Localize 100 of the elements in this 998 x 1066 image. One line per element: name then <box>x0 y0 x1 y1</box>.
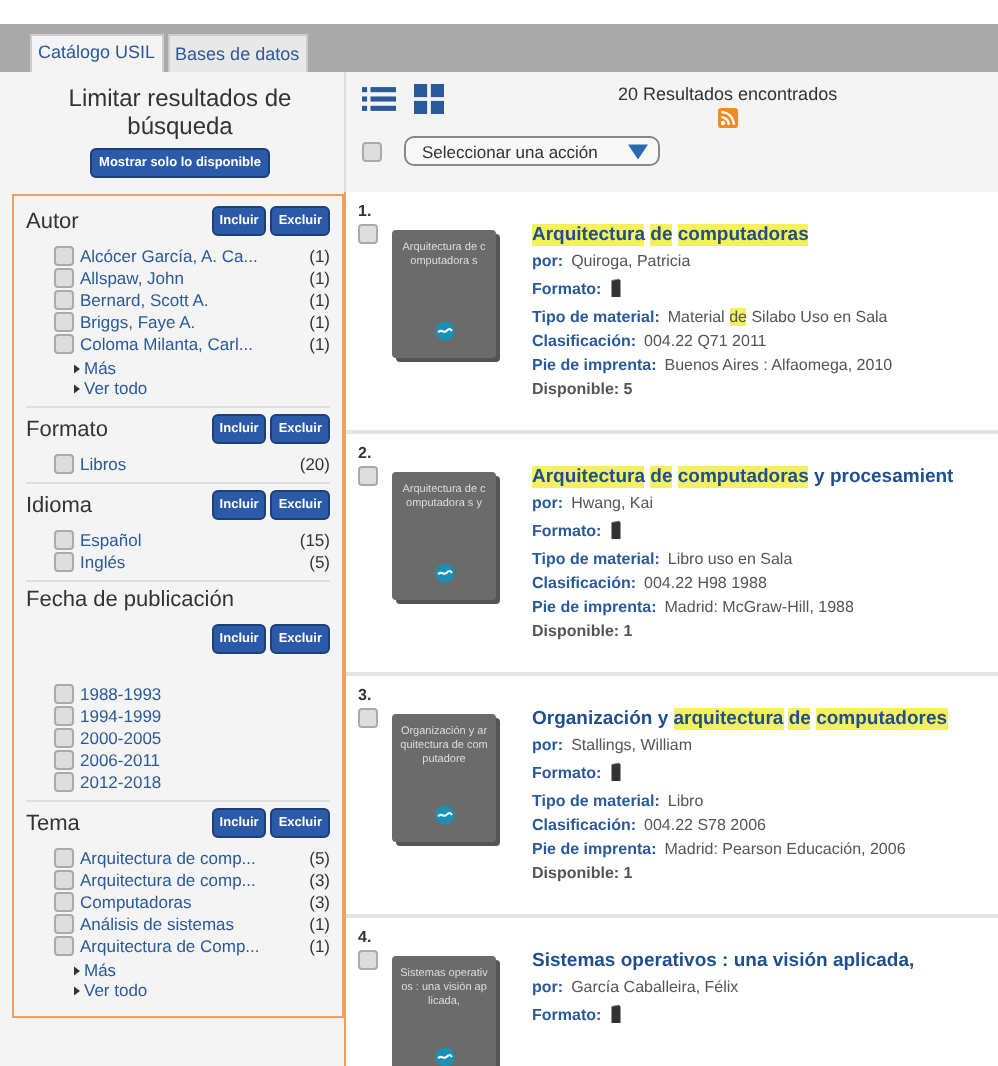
field-label: Tipo de material: <box>532 550 660 568</box>
checkbox[interactable] <box>54 913 74 933</box>
field-label: Formato: <box>532 1005 602 1023</box>
facet-option[interactable]: Arquitectura de comp... <box>80 869 310 889</box>
result-title-link[interactable]: Organización y <box>532 708 669 730</box>
facet-count: (1) <box>309 935 330 955</box>
checkbox[interactable] <box>54 267 74 287</box>
checkbox[interactable] <box>54 705 74 725</box>
result-checkbox[interactable] <box>358 224 378 244</box>
field-label: Tipo de material: <box>532 792 660 810</box>
facet-option[interactable]: Coloma Milanta, Carl... <box>80 333 310 353</box>
facet-link[interactable]: Ver todo <box>84 980 148 1000</box>
result-title-link[interactable]: Sistemas operativos : una visión aplicada, <box>532 950 915 972</box>
checkbox[interactable] <box>54 869 74 889</box>
facet-option[interactable]: 1994-1999 <box>80 705 330 725</box>
facet-heading: Formato <box>26 417 108 441</box>
checkbox[interactable] <box>54 683 74 703</box>
result-number: 3. <box>358 686 374 704</box>
field-label: Pie de imprenta: <box>532 598 657 616</box>
field-label: Formato: <box>532 521 602 539</box>
checkbox[interactable] <box>54 935 74 955</box>
facet-link[interactable]: Más <box>84 358 117 378</box>
action-dropdown[interactable]: Seleccionar una acción <box>404 136 660 166</box>
facet-option[interactable]: 2006-2011 <box>80 749 330 769</box>
facet-count: (5) <box>309 551 330 571</box>
select-all-checkbox[interactable] <box>362 141 382 161</box>
checkbox[interactable] <box>54 333 74 353</box>
facet-heading: Tema <box>26 811 80 835</box>
author-name: Stallings, William <box>571 736 693 754</box>
author-name: Quiroga, Patricia <box>571 252 691 270</box>
facet-count: (1) <box>309 333 330 353</box>
result-checkbox[interactable] <box>358 950 378 970</box>
availability: Disponible: 1 <box>532 864 635 882</box>
facet-option[interactable]: Allspaw, John <box>80 267 310 287</box>
field-label: por: <box>532 252 564 270</box>
facet-option[interactable]: Briggs, Faye A. <box>80 311 310 331</box>
result-title-link[interactable]: y procesamient <box>814 466 954 488</box>
facet-count: (1) <box>309 913 330 933</box>
facet-option[interactable]: 1988-1993 <box>80 683 330 703</box>
checkbox[interactable] <box>54 453 74 473</box>
facet-option[interactable]: 2012-2018 <box>80 771 330 791</box>
book-icon <box>609 520 622 540</box>
facet-option[interactable]: Arquitectura de Comp... <box>80 935 310 955</box>
facet-heading: Autor <box>26 209 79 233</box>
result-title-link[interactable]: computadores <box>816 708 948 730</box>
field-label: Clasificación: <box>532 332 637 350</box>
field-label: Formato: <box>532 279 602 297</box>
result-title-link[interactable]: arquitectura <box>673 708 784 730</box>
tab[interactable]: Catálogo USIL <box>30 34 164 72</box>
facet-count: (3) <box>309 869 330 889</box>
field-value: 004.22 S78 2006 <box>644 816 766 834</box>
facet-option[interactable]: Inglés <box>80 551 310 571</box>
facet-option[interactable]: Arquitectura de comp... <box>80 847 310 867</box>
result-number: 4. <box>358 928 374 946</box>
field-label: Clasificación: <box>532 574 637 592</box>
facet-count: (5) <box>309 847 330 867</box>
field-value: 004.22 H98 1988 <box>644 574 767 592</box>
facet-option[interactable]: Libros <box>80 453 300 473</box>
field-value: Madrid: McGraw-Hill, 1988 <box>664 598 854 616</box>
facet-count: (20) <box>299 453 330 473</box>
facet-option[interactable]: Alcócer García, A. Ca... <box>80 245 310 265</box>
facet-option[interactable]: 2000-2005 <box>80 727 330 747</box>
result-checkbox[interactable] <box>358 466 378 486</box>
result-title-link[interactable]: computadoras <box>677 224 809 246</box>
facet-option[interactable]: Análisis de sistemas <box>80 913 310 933</box>
checkbox[interactable] <box>54 749 74 769</box>
facet-option[interactable]: Español <box>80 529 300 549</box>
result-title-link[interactable]: de <box>650 224 673 246</box>
facet-option[interactable]: Bernard, Scott A. <box>80 289 310 309</box>
book-icon <box>609 762 622 782</box>
field-label: Pie de imprenta: <box>532 356 657 374</box>
book-icon <box>609 1004 622 1024</box>
checkbox[interactable] <box>54 311 74 331</box>
result-title-link[interactable]: de <box>788 708 811 730</box>
result-number: 1. <box>358 202 374 220</box>
facet-link[interactable]: Ver todo <box>84 378 148 398</box>
tab[interactable]: Bases de datos <box>167 34 308 72</box>
list-view-icon[interactable] <box>362 84 396 114</box>
field-label: Pie de imprenta: <box>532 840 657 858</box>
field-label: Clasificación: <box>532 816 637 834</box>
facet-link[interactable]: Más <box>84 960 117 980</box>
checkbox[interactable] <box>54 529 74 549</box>
facet-option[interactable]: Computadoras <box>80 891 310 911</box>
rss-icon[interactable] <box>717 108 738 128</box>
checkbox[interactable] <box>54 847 74 867</box>
checkbox[interactable] <box>54 289 74 309</box>
field-label: por: <box>532 978 564 996</box>
result-title-link[interactable]: de <box>650 466 673 488</box>
checkbox[interactable] <box>54 727 74 747</box>
checkbox[interactable] <box>54 551 74 571</box>
result-checkbox[interactable] <box>358 708 378 728</box>
result-title-link[interactable]: computadoras <box>677 466 809 488</box>
result-number: 2. <box>358 444 374 462</box>
grid-view-icon[interactable] <box>412 84 446 114</box>
checkbox[interactable] <box>54 891 74 911</box>
author-name: García Caballeira, Félix <box>571 978 739 996</box>
checkbox[interactable] <box>54 245 74 265</box>
facet-count: (1) <box>309 267 330 287</box>
facet-count: (15) <box>299 529 330 549</box>
checkbox[interactable] <box>54 771 74 791</box>
